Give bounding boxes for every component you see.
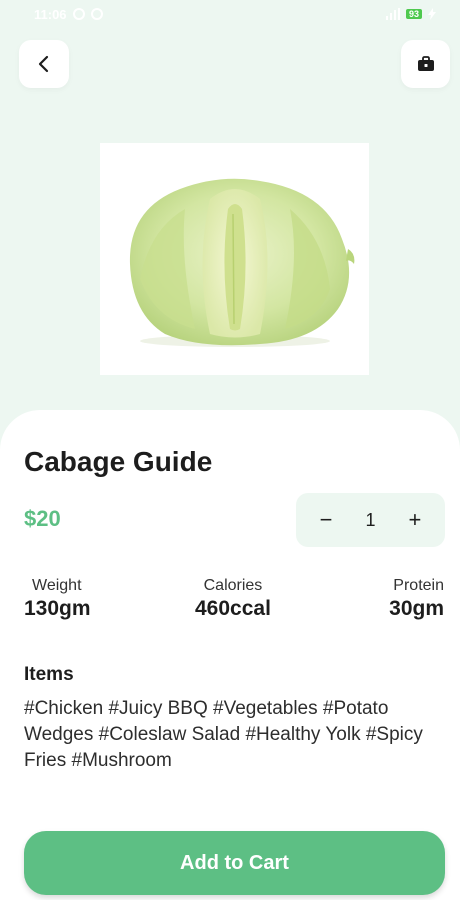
bag-button[interactable] (401, 40, 450, 88)
status-time: 11:06 (34, 6, 67, 22)
weight-label: Weight (32, 577, 82, 594)
decrease-quantity-button[interactable]: − (316, 507, 336, 532)
quantity-value: 1 (365, 509, 376, 530)
charging-icon (428, 8, 436, 20)
product-title: Cabage Guide (24, 446, 213, 477)
nutrition-protein: Protein 30gm (389, 577, 444, 621)
calories-value: 460ccal (195, 597, 271, 620)
product-details-card (0, 410, 460, 900)
chevron-left-icon (38, 55, 49, 73)
product-price: $20 (24, 506, 61, 531)
shopping-bag-icon (417, 56, 434, 71)
protein-label: Protein (393, 577, 444, 594)
nutrition-calories: Calories 460ccal (195, 577, 271, 621)
status-bar: 11:06 93 (0, 0, 460, 28)
protein-value: 30gm (389, 597, 444, 620)
signal-icon (385, 8, 400, 20)
increase-quantity-button[interactable]: + (405, 507, 425, 532)
notification-icon (72, 8, 85, 20)
product-image (100, 143, 369, 375)
sync-icon (90, 8, 103, 20)
status-left: 11:06 (34, 7, 103, 22)
weight-value: 130gm (24, 597, 91, 620)
nutrition-weight: Weight 130gm (24, 577, 91, 621)
back-button[interactable] (19, 40, 69, 88)
calories-label: Calories (203, 577, 263, 594)
items-tags: #Chicken #Juicy BBQ #Vegetables #Potato … (24, 698, 423, 771)
add-to-cart-button[interactable]: Add to Cart (24, 831, 445, 895)
battery-icon: 93 (405, 9, 422, 19)
items-heading: Items (24, 664, 74, 685)
status-right: 93 (385, 8, 436, 20)
cabbage-image (129, 178, 354, 347)
quantity-stepper: − 1 + (296, 493, 445, 547)
